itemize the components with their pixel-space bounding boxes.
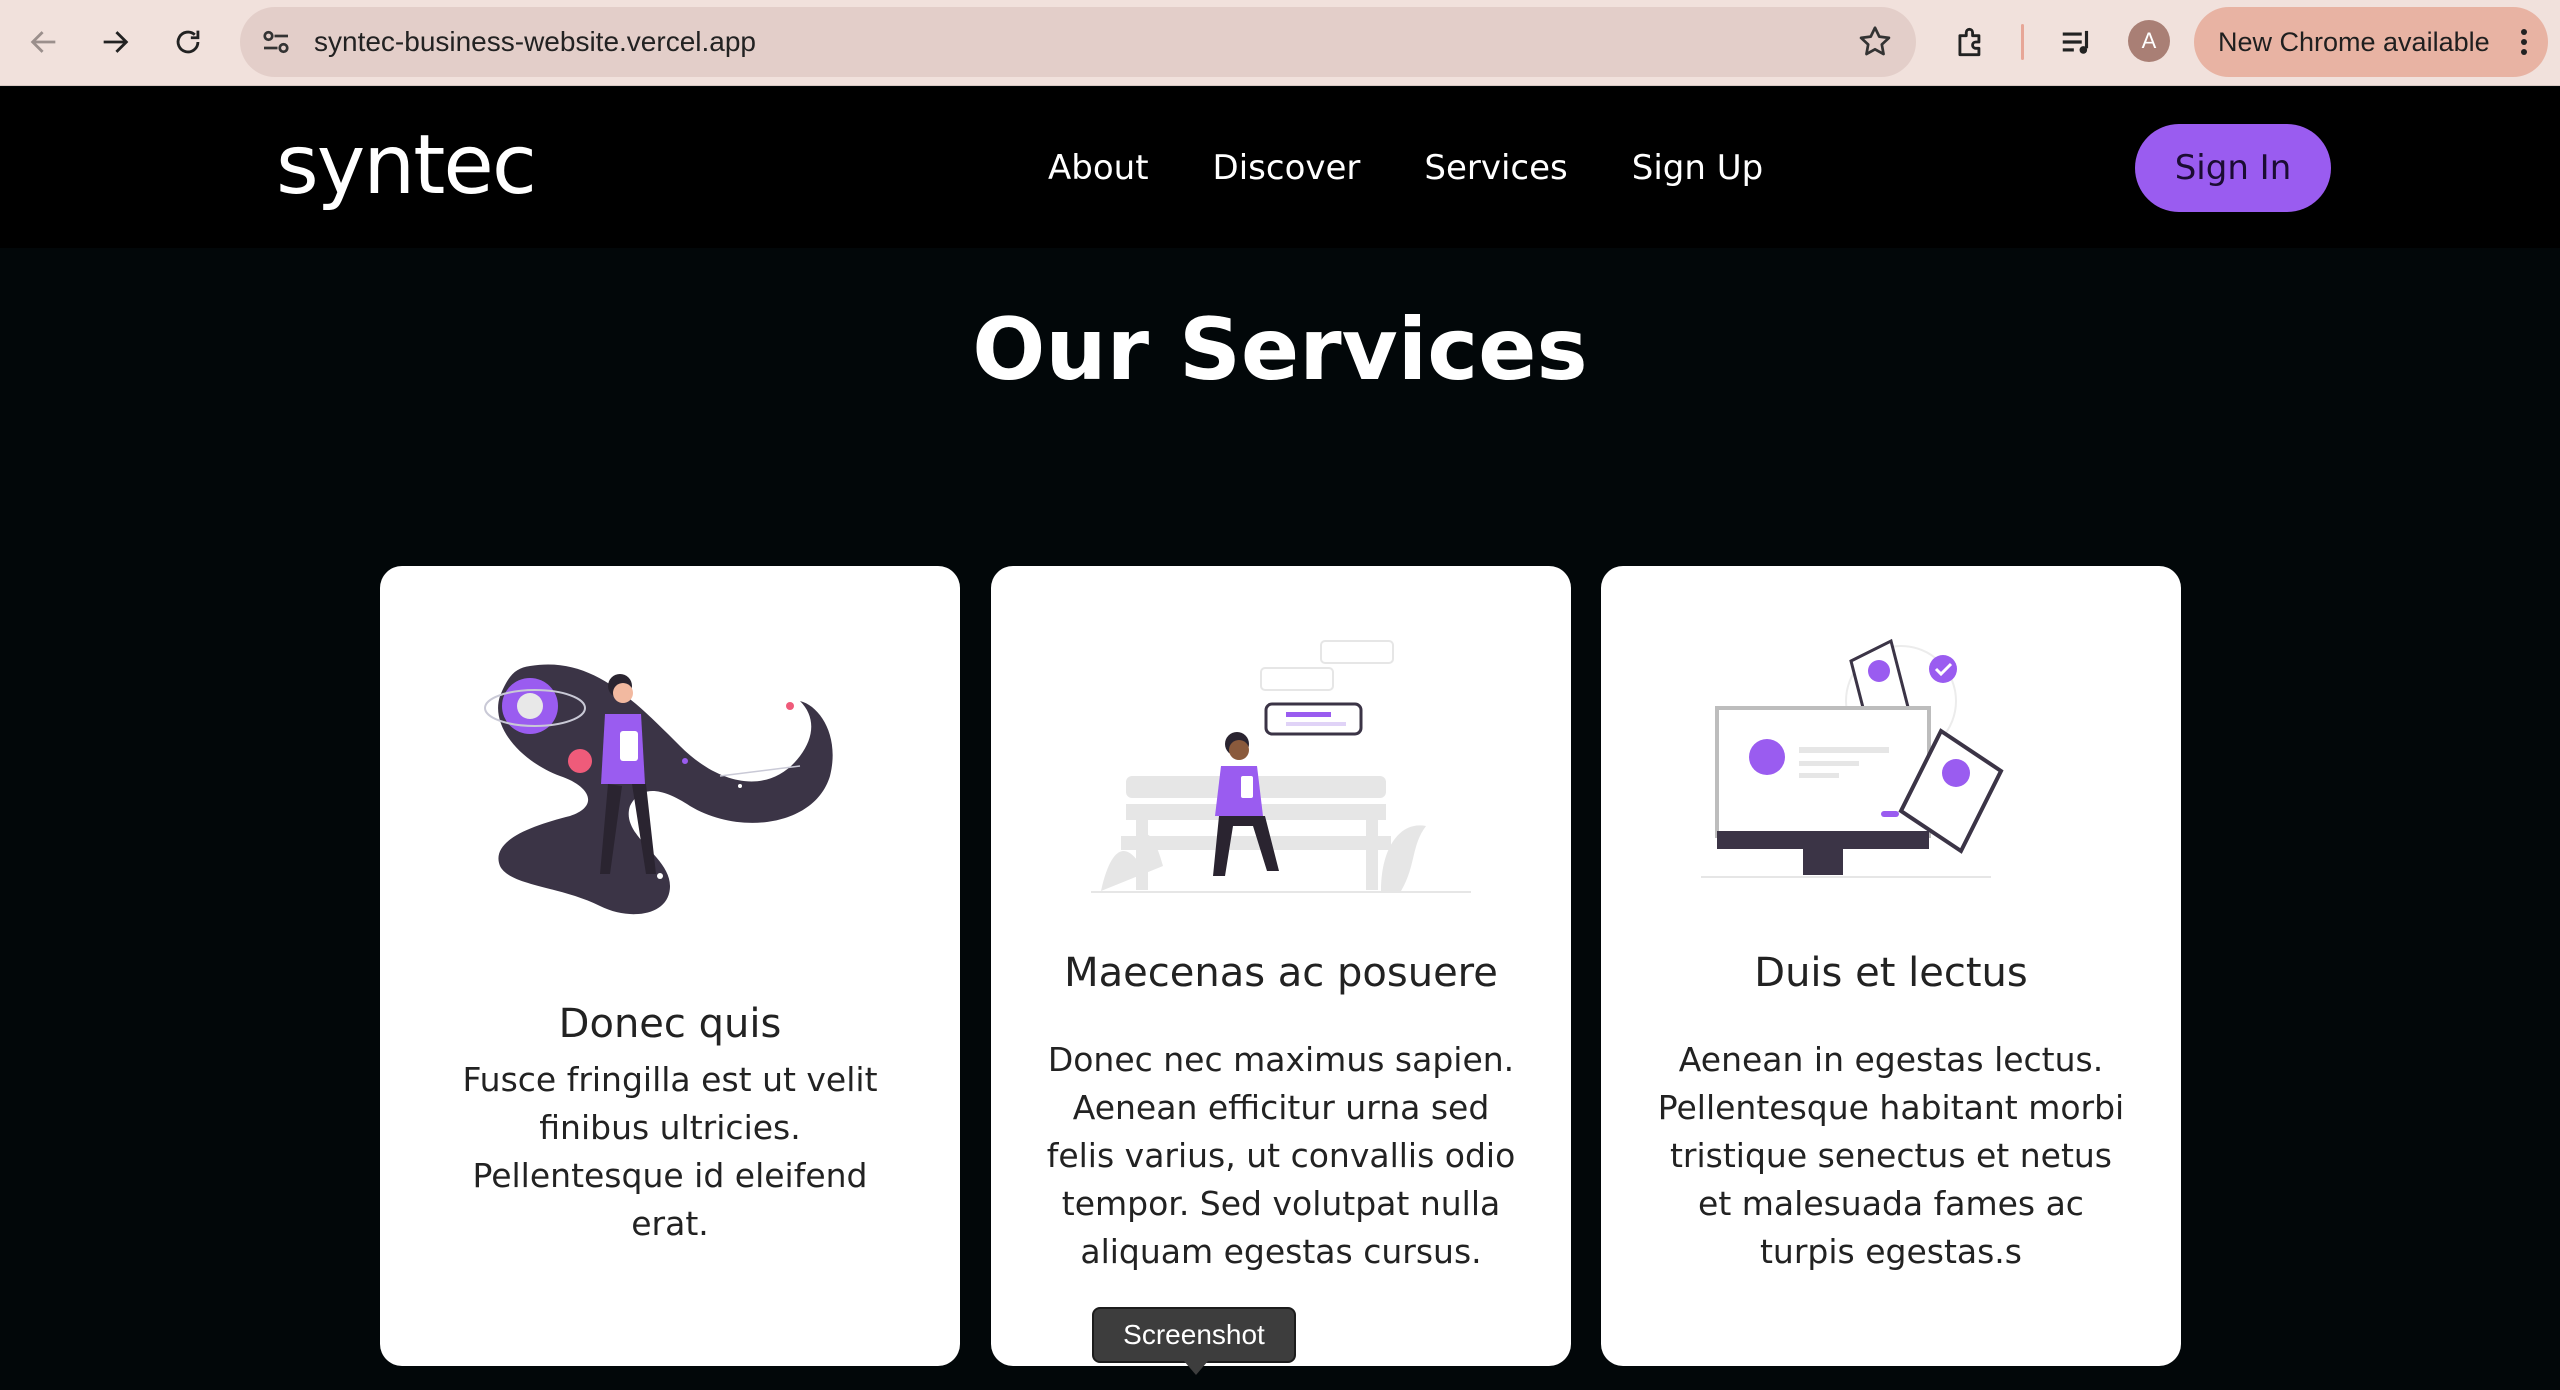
- card-title: Maecenas ac posuere: [1064, 950, 1498, 996]
- card-title: Donec quis: [558, 1001, 782, 1047]
- card-title: Duis et lectus: [1754, 950, 2028, 996]
- service-card: Duis et lectus Aenean in egestas lectus.…: [1601, 566, 2181, 1366]
- nav-about[interactable]: About: [1048, 148, 1149, 188]
- address-bar[interactable]: syntec-business-website.vercel.app: [240, 7, 1916, 77]
- main-nav: About Discover Services Sign Up: [1048, 87, 1827, 248]
- forward-icon: [103, 31, 129, 53]
- kebab-menu-icon[interactable]: [2518, 27, 2530, 57]
- devices-illustration: [1701, 638, 2004, 878]
- back-icon: [30, 31, 56, 53]
- screenshot-tooltip: Screenshot: [1092, 1307, 1296, 1375]
- media-control-icon: [2062, 30, 2089, 54]
- reload-button[interactable]: [161, 15, 215, 69]
- site-settings-icon[interactable]: [258, 24, 294, 60]
- site-logo[interactable]: syntec: [276, 87, 537, 245]
- chrome-update-button[interactable]: New Chrome available: [2194, 7, 2548, 77]
- update-label: New Chrome available: [2218, 26, 2490, 57]
- service-card: Maecenas ac posuere Donec nec maximus sa…: [991, 566, 1571, 1366]
- url-text[interactable]: syntec-business-website.vercel.app: [314, 7, 756, 77]
- nav-services[interactable]: Services: [1424, 148, 1567, 188]
- card-text: Donec nec maximus sapien. Aenean efficit…: [1046, 1040, 1516, 1271]
- card-text: Aenean in egestas lectus. Pellentesque h…: [1657, 1040, 2125, 1271]
- space-illustration: [484, 664, 833, 915]
- profile-avatar[interactable]: A: [2128, 20, 2170, 62]
- media-control-button[interactable]: [2052, 17, 2102, 67]
- back-button[interactable]: [17, 15, 71, 69]
- reload-icon: [176, 30, 200, 54]
- section-title: Our Services: [972, 300, 1588, 400]
- toolbar-divider: [2021, 24, 2024, 60]
- browser-toolbar: syntec-business-website.vercel.app A New…: [0, 0, 2560, 86]
- bookmark-star-icon[interactable]: [1856, 23, 1894, 61]
- extensions-icon: [1958, 27, 1981, 57]
- bench-chat-illustration: [1091, 640, 1471, 893]
- sign-in-button[interactable]: Sign In: [2135, 124, 2331, 212]
- extensions-button[interactable]: [1946, 17, 1996, 67]
- nav-sign-up[interactable]: Sign Up: [1632, 148, 1763, 188]
- card-text: Fusce fringilla est ut velit finibus ult…: [462, 1060, 878, 1243]
- site-header: syntec About Discover Services Sign Up S…: [0, 87, 2560, 248]
- forward-button[interactable]: [88, 15, 142, 69]
- nav-discover[interactable]: Discover: [1213, 148, 1361, 188]
- service-card: Donec quis Fusce fringilla est ut velit …: [380, 566, 960, 1366]
